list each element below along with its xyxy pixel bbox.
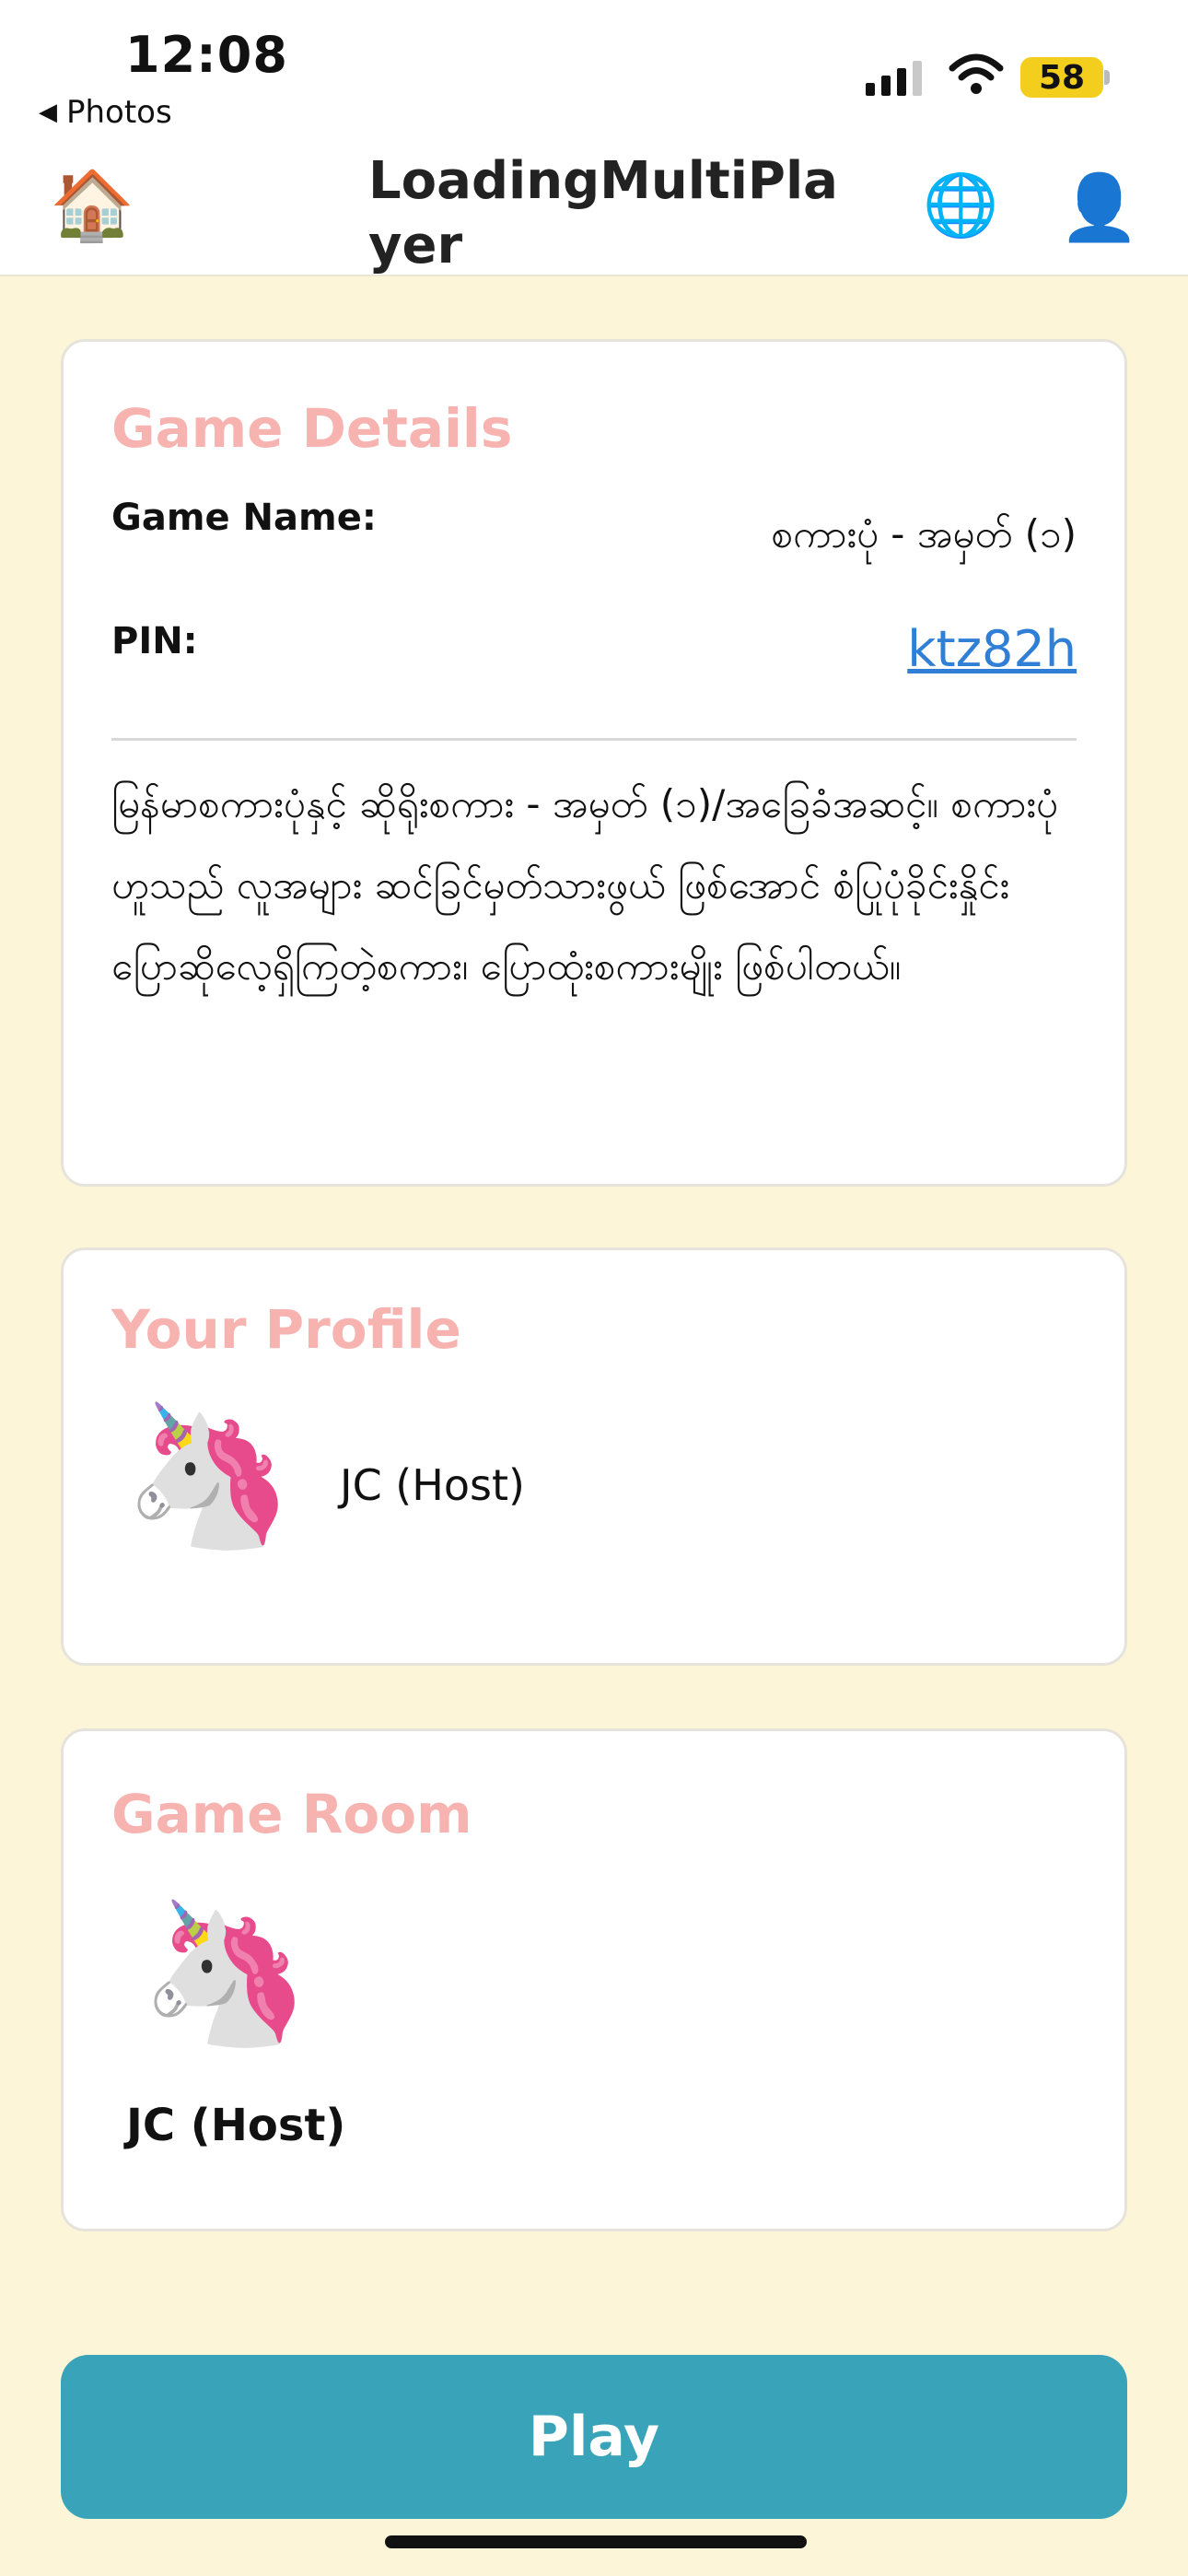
page-title: LoadingMultiPlayer: [368, 151, 838, 275]
back-app-label: Photos: [66, 94, 172, 131]
your-profile-card: Your Profile 🦄 JC (Host): [61, 1247, 1127, 1666]
home-indicator: [385, 2535, 807, 2548]
game-details-title: Game Details: [111, 397, 513, 460]
globe-icon[interactable]: 🌐: [923, 175, 998, 236]
status-time: 12:08: [125, 26, 288, 84]
home-icon[interactable]: 🏠: [50, 171, 134, 240]
battery-cap: [1104, 70, 1110, 85]
profile-name: JC (Host): [340, 1460, 525, 1510]
pin-label: PIN:: [111, 620, 198, 662]
game-details-card: Game Details Game Name: စကားပုံ - အမှတ် …: [61, 339, 1127, 1187]
status-bar: 12:08 ◀ Photos 58: [0, 0, 1188, 138]
unicorn-avatar-icon: 🦄: [139, 1893, 311, 2054]
navigation-bar: 🏠 LoadingMultiPlayer 🌐 👤: [0, 138, 1188, 276]
battery-indicator: 58: [1020, 57, 1103, 98]
game-room-card: Game Room 🦄 JC (Host): [61, 1728, 1127, 2231]
unicorn-avatar-icon: 🦄: [122, 1396, 295, 1556]
triangle-left-icon: ◀: [39, 99, 57, 126]
game-name-label: Game Name:: [111, 497, 377, 539]
game-room-title: Game Room: [111, 1783, 472, 1845]
wifi-icon: [949, 53, 1004, 94]
game-description: မြန်မာစကားပုံနှင့် ဆိုရိုးစကား - အမှတ် (…: [111, 781, 1058, 989]
pin-link[interactable]: ktz82h: [907, 620, 1077, 678]
cellular-signal-icon: [866, 59, 922, 96]
play-button[interactable]: Play: [61, 2355, 1127, 2519]
details-divider: [111, 738, 1077, 741]
back-to-app-link[interactable]: ◀ Photos: [39, 94, 172, 131]
battery-level: 58: [1038, 58, 1086, 97]
game-name-value: စကားပုံ - အမှတ် (၁): [771, 511, 1077, 556]
your-profile-title: Your Profile: [111, 1298, 461, 1361]
player-name: JC (Host): [126, 2100, 346, 2151]
user-profile-icon[interactable]: 👤: [1059, 175, 1139, 240]
